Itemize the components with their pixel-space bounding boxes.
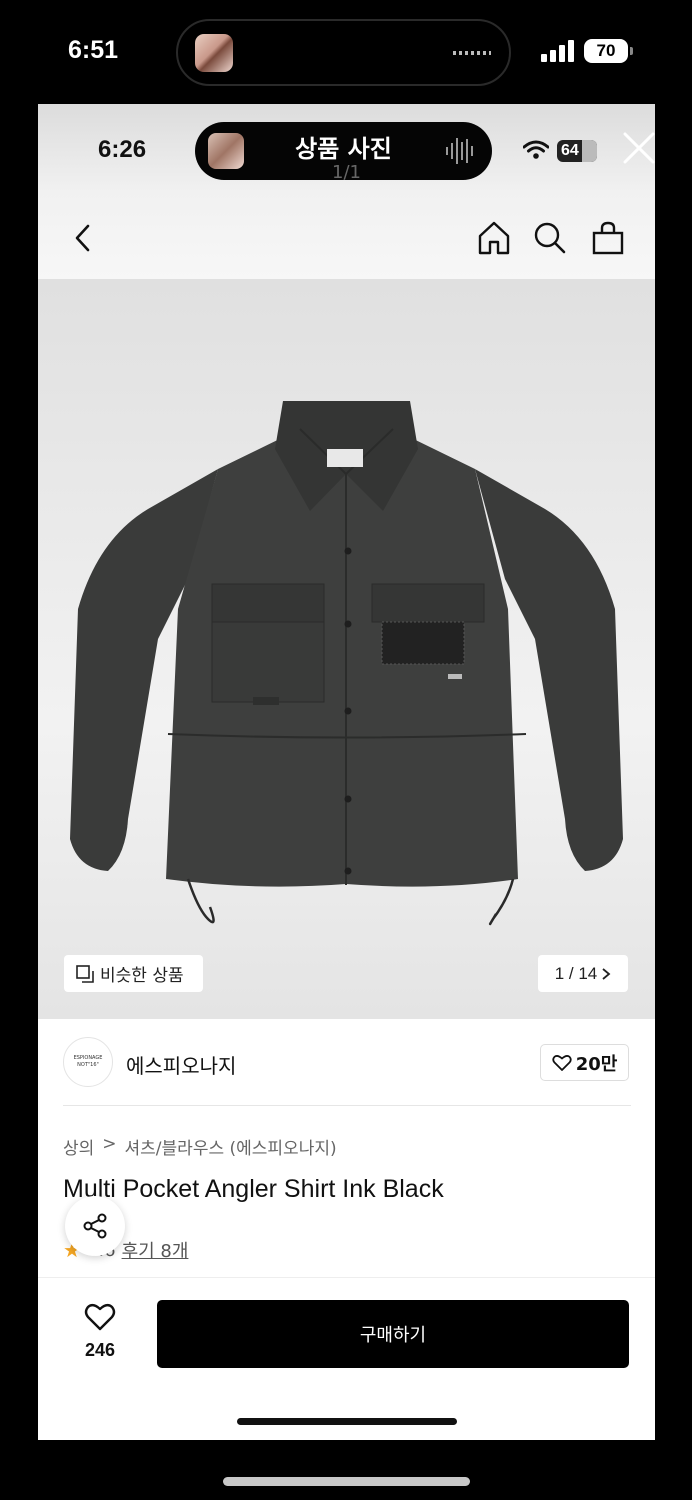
dynamic-island[interactable] — [176, 19, 511, 86]
inner-home-indicator — [237, 1418, 457, 1425]
outer-clock: 6:51 — [68, 36, 119, 64]
album-art-icon — [195, 34, 233, 72]
back-icon[interactable] — [72, 222, 94, 254]
brand-like-count: 20만 — [575, 1053, 618, 1075]
chevron-right-icon — [602, 967, 611, 980]
top-bar: 6:26 상품 사진 1/1 64 — [38, 104, 655, 279]
inner-battery-icon: 64 — [557, 140, 597, 162]
outer-battery-icon: 70 — [584, 39, 633, 63]
copy-icon — [76, 964, 94, 983]
bag-icon[interactable] — [591, 220, 625, 256]
heart-icon — [84, 1303, 116, 1331]
bottom-action-bar: 246 구매하기 — [38, 1277, 655, 1440]
app-screenshot: 6:26 상품 사진 1/1 64 비슷한 상품 1 / 14 ESPIONAG… — [38, 104, 655, 1440]
sound-wave-icon — [446, 137, 476, 165]
breadcrumb-category[interactable]: 상의 — [63, 1134, 94, 1159]
cellular-signal-icon — [541, 40, 575, 62]
similar-products-label: 비슷한 상품 — [100, 966, 184, 986]
share-icon — [83, 1213, 107, 1239]
brand-name[interactable]: 에스피오나지 — [126, 1050, 236, 1079]
outer-status-bar: 6:51 70 — [0, 0, 692, 104]
brand-like-button[interactable]: 20만 — [540, 1044, 629, 1081]
heart-icon — [552, 1054, 572, 1071]
jacket-illustration — [70, 401, 623, 926]
pager-text: 1 / 14 — [554, 963, 598, 983]
photo-counter: 1/1 — [332, 162, 361, 183]
image-pager[interactable]: 1 / 14 — [538, 955, 628, 992]
search-icon[interactable] — [533, 220, 567, 256]
breadcrumb-separator: > — [102, 1134, 117, 1154]
outer-home-indicator[interactable] — [223, 1477, 470, 1486]
product-image[interactable]: 비슷한 상품 1 / 14 — [38, 279, 655, 1019]
wifi-icon — [523, 140, 549, 159]
close-icon[interactable] — [622, 131, 655, 165]
buy-button[interactable]: 구매하기 — [157, 1300, 629, 1368]
similar-products-button[interactable]: 비슷한 상품 — [64, 955, 203, 992]
wishlist-button[interactable] — [80, 1302, 120, 1336]
wishlist-count: 246 — [84, 1340, 116, 1360]
product-title: Multi Pocket Angler Shirt Ink Black — [63, 1175, 444, 1203]
inner-clock: 6:26 — [98, 136, 147, 163]
audio-dots-icon — [453, 51, 491, 55]
divider — [63, 1105, 631, 1106]
share-button[interactable] — [65, 1196, 125, 1256]
reviews-link[interactable]: 후기 8개 — [122, 1237, 189, 1263]
breadcrumb: 상의 > 셔츠/블라우스 (에스피오나지) — [63, 1134, 337, 1159]
home-icon[interactable] — [477, 220, 511, 256]
brand-logo[interactable]: ESPIONAGE NOT"16" — [63, 1037, 113, 1087]
brand-row[interactable]: ESPIONAGE NOT"16" 에스피오나지 20만 — [38, 1019, 655, 1107]
breadcrumb-subcategory[interactable]: 셔츠/블라우스 (에스피오나지) — [125, 1134, 337, 1159]
